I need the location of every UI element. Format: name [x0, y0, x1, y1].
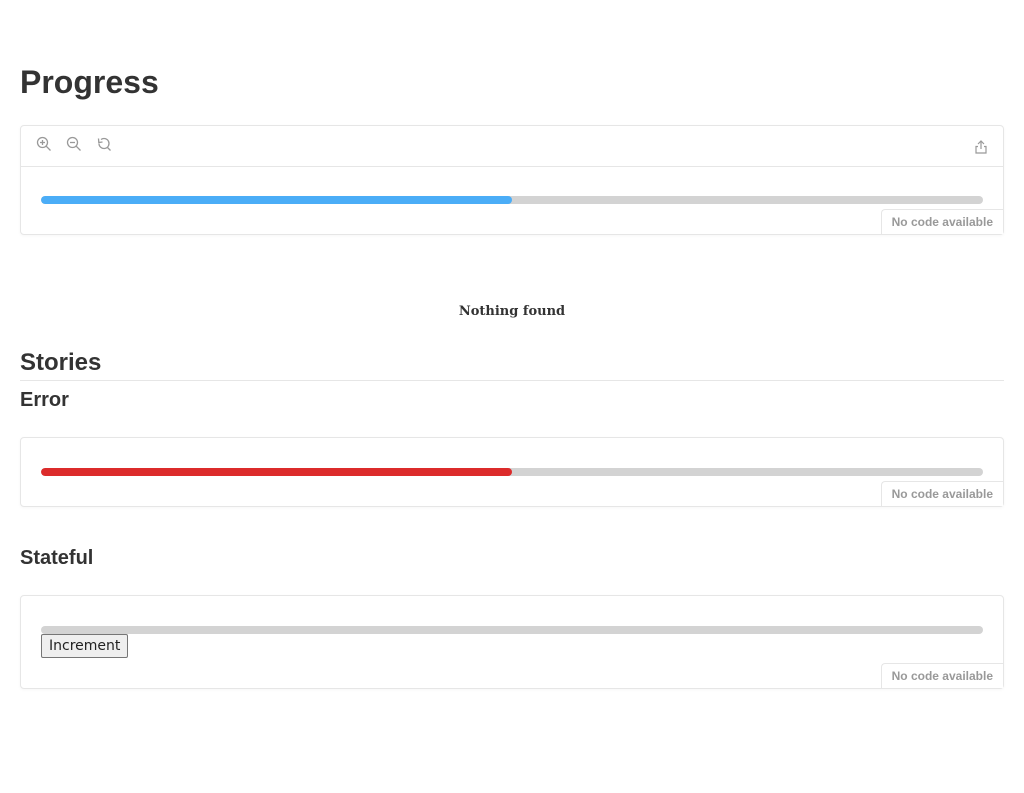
- increment-button[interactable]: Increment: [41, 634, 129, 658]
- page-title: Progress: [20, 64, 159, 100]
- zoom-out-button[interactable]: [65, 136, 83, 157]
- zoom-in-button[interactable]: [35, 136, 53, 157]
- preview-toolbar: [21, 126, 1003, 167]
- share-button[interactable]: [972, 139, 990, 160]
- error-preview-panel: No code available: [20, 437, 1004, 507]
- progress-bar-fill: [41, 196, 512, 204]
- zoom-out-icon: [66, 136, 82, 157]
- no-code-available-label: No code available: [880, 481, 1003, 506]
- no-code-available-label: No code available: [880, 209, 1003, 234]
- stateful-preview-panel: Increment No code available: [20, 595, 1004, 689]
- progress-bar-track: [41, 626, 983, 634]
- progress-bar-track: [41, 468, 983, 476]
- zoom-in-icon: [36, 136, 52, 157]
- no-code-available-label: No code available: [880, 663, 1003, 688]
- main-preview-panel: No code available: [20, 125, 1004, 235]
- story-heading-stateful: Stateful: [20, 547, 94, 569]
- stories-heading: Stories: [20, 349, 102, 376]
- stories-divider: [20, 380, 1004, 381]
- reset-zoom-icon: [96, 136, 112, 157]
- share-icon: [973, 139, 989, 160]
- progress-bar-fill: [41, 468, 512, 476]
- story-heading-error: Error: [20, 389, 69, 411]
- progress-bar-track: [41, 196, 983, 204]
- nothing-found-message: Nothing found: [458, 304, 566, 319]
- reset-zoom-button[interactable]: [95, 137, 113, 155]
